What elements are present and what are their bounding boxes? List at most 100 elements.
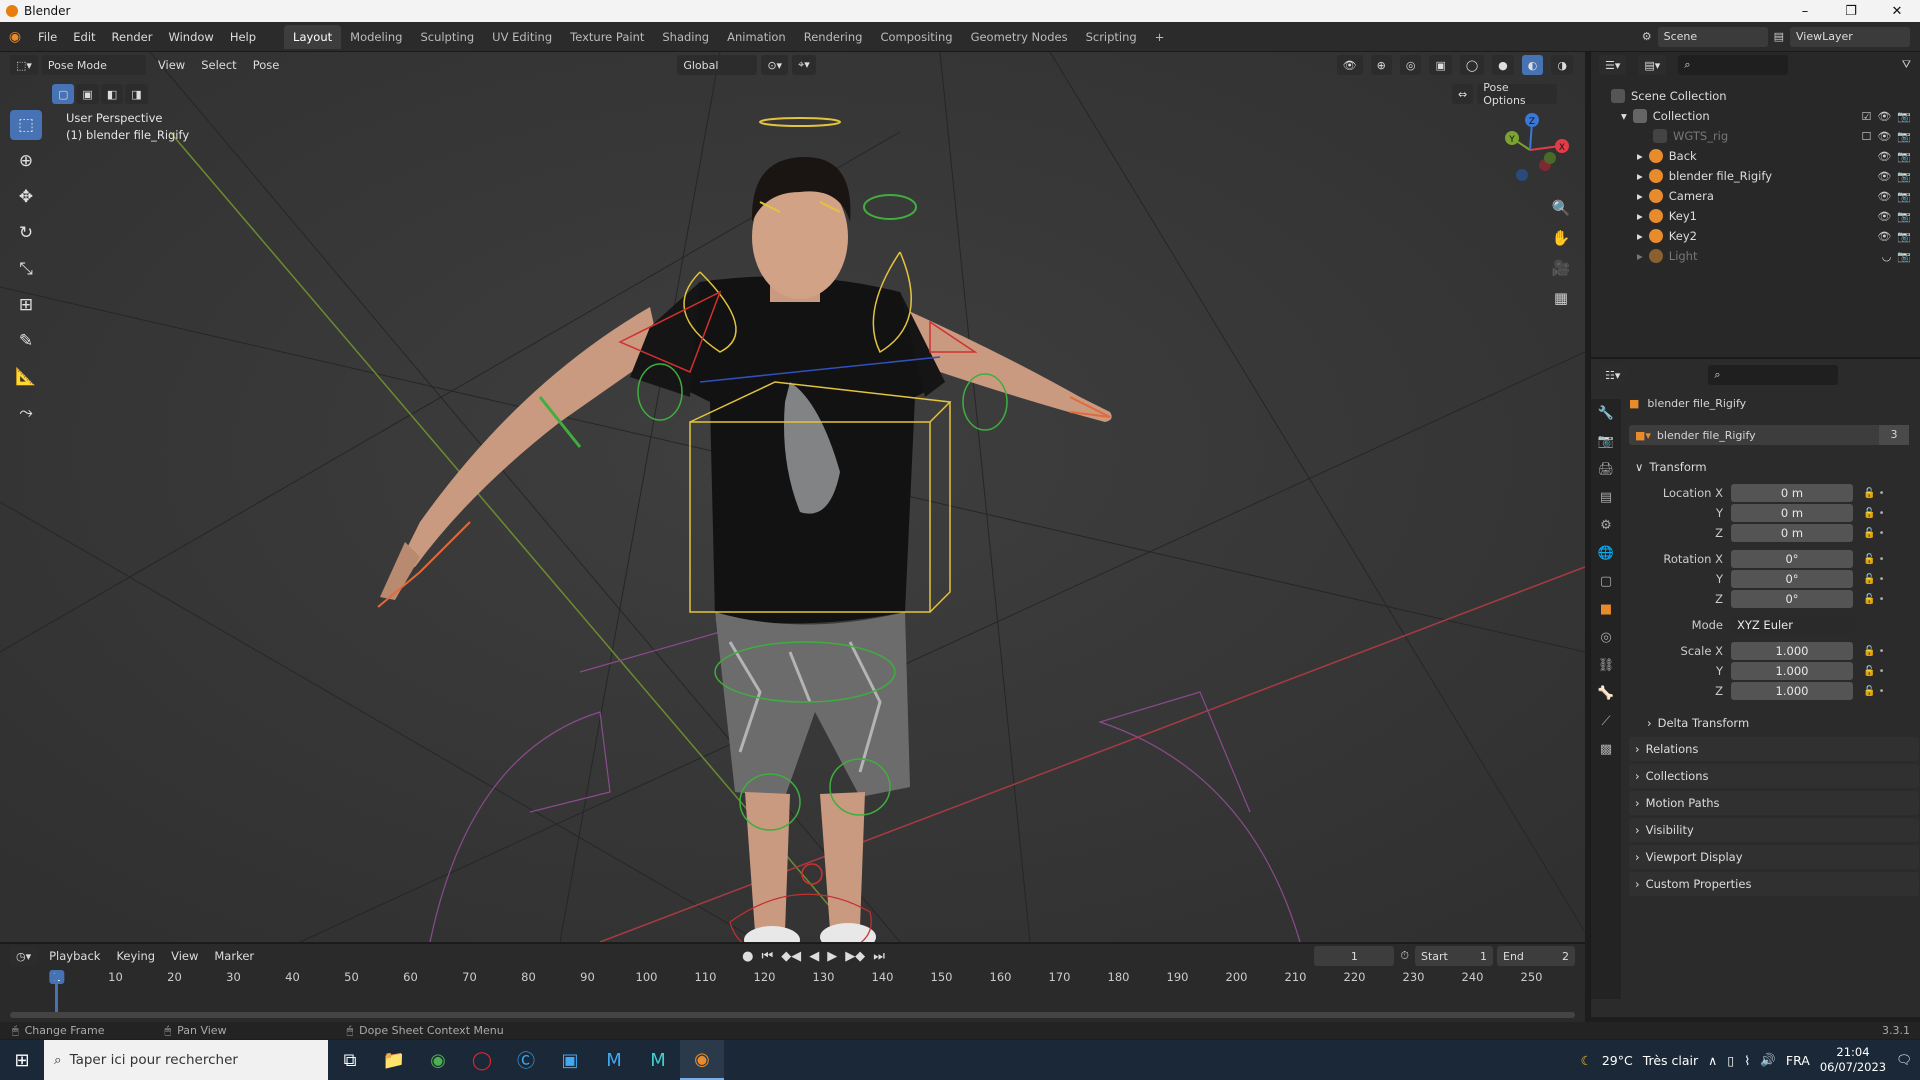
select-box-tool-icon[interactable]: ⬚ [10, 110, 42, 140]
network-icon[interactable]: ⌇ [1744, 1053, 1750, 1068]
pose-options-dropdown[interactable]: Pose Options [1477, 81, 1558, 107]
rotation-z-field[interactable]: 0° [1731, 590, 1853, 608]
xmirror-icon[interactable]: ⇔ [1452, 84, 1474, 104]
lock-icon[interactable]: 🔓 • [1863, 488, 1885, 499]
preview-range-icon[interactable]: ⏱ [1400, 949, 1409, 963]
bone-tab-icon[interactable]: ⟋ [1591, 707, 1621, 735]
chrome-icon[interactable]: ◉ [416, 1040, 460, 1080]
select-extend-icon[interactable]: ▣ [76, 84, 99, 104]
location-z-field[interactable]: 0 m [1731, 524, 1853, 542]
texture-tab-icon[interactable]: ▩ [1591, 735, 1621, 763]
tab-geometry-nodes[interactable]: Geometry Nodes [962, 25, 1077, 49]
lock-icon[interactable]: 🔓 • [1863, 574, 1885, 585]
checkbox-icon[interactable]: ☑ [1861, 110, 1871, 123]
camera-render-icon[interactable]: 📷 [1897, 210, 1911, 223]
overlays-toggle-icon[interactable]: ◎ [1399, 55, 1422, 75]
taskbar-search[interactable]: ⌕ Taper ici pour rechercher [44, 1040, 328, 1080]
filter-icon[interactable]: ⛛ [1902, 58, 1920, 72]
file-explorer-icon[interactable]: 📁 [372, 1040, 416, 1080]
tab-rendering[interactable]: Rendering [795, 25, 872, 49]
outliner-item-key2[interactable]: ▸ Key2 👁 📷 [1591, 226, 1920, 246]
scale-z-field[interactable]: 1.000 [1731, 682, 1853, 700]
play-icon[interactable]: ▶ [827, 949, 837, 964]
lock-icon[interactable]: 🔓 • [1863, 528, 1885, 539]
timeline-menu-playback[interactable]: Playback [41, 949, 108, 963]
transform-orientation-selector[interactable]: Global [677, 55, 758, 75]
properties-search-input[interactable]: ⌕ [1708, 365, 1839, 385]
lock-icon[interactable]: 🔓 • [1863, 554, 1885, 565]
maximize-button[interactable]: ❐ [1828, 4, 1874, 19]
timeline-menu-keying[interactable]: Keying [108, 949, 163, 963]
tab-texture-paint[interactable]: Texture Paint [561, 25, 653, 49]
timeline-editor-type-icon[interactable]: ◷▾ [10, 946, 38, 966]
view-layer-tab-icon[interactable]: ▤ [1591, 483, 1621, 511]
measure-tool-icon[interactable]: 📐 [10, 362, 42, 392]
camera-view-icon[interactable]: 🎥 [1548, 255, 1574, 281]
outliner-item-back[interactable]: ▸ Back 👁 📷 [1591, 146, 1920, 166]
visibility-section[interactable]: › Visibility [1629, 818, 1919, 842]
clock[interactable]: 21:04 06/07/2023 [1820, 1045, 1886, 1075]
navigation-gizmo[interactable]: X Y Z [1490, 110, 1570, 190]
rotate-tool-icon[interactable]: ↻ [10, 218, 42, 248]
pan-hand-icon[interactable]: ✋ [1548, 225, 1574, 251]
volume-icon[interactable]: 🔊 [1760, 1052, 1776, 1068]
add-workspace-button[interactable]: + [1146, 25, 1174, 49]
visibility-icon[interactable]: 👁 [1336, 55, 1363, 75]
outliner-item-camera[interactable]: ▸ Camera 👁 📷 [1591, 186, 1920, 206]
camera-render-icon[interactable]: 📷 [1897, 190, 1911, 203]
lock-icon[interactable]: 🔓 • [1863, 686, 1885, 697]
world-tab-icon[interactable]: 🌐 [1591, 539, 1621, 567]
constraints-tab-icon[interactable]: ⛓ [1591, 651, 1621, 679]
outliner-item-wgts-rig[interactable]: WGTS_rig ☐ 👁 📷 [1591, 126, 1920, 146]
scene-selector[interactable]: Scene [1657, 26, 1768, 47]
menu-file[interactable]: File [30, 30, 65, 44]
weather-icon[interactable]: ☾ [1581, 1053, 1592, 1068]
shading-material-icon[interactable]: ◐ [1521, 55, 1544, 75]
weather-text[interactable]: Très clair [1643, 1053, 1698, 1068]
tab-shading[interactable]: Shading [653, 25, 718, 49]
users-count[interactable]: 3 [1879, 425, 1909, 445]
xray-icon[interactable]: ▣ [1429, 55, 1452, 75]
shading-solid-icon[interactable]: ● [1492, 55, 1514, 75]
properties-editor-type-icon[interactable]: ☷▾ [1599, 365, 1627, 385]
autokey-record-icon[interactable]: ● [742, 949, 753, 964]
location-x-field[interactable]: 0 m [1731, 484, 1853, 502]
opera-icon[interactable]: ◯ [460, 1040, 504, 1080]
tray-chevron-icon[interactable]: ∧ [1708, 1053, 1717, 1068]
outliner-item-key1[interactable]: ▸ Key1 👁 📷 [1591, 206, 1920, 226]
eye-icon[interactable]: 👁 [1877, 130, 1891, 143]
delta-transform-section[interactable]: › Delta Transform [1641, 711, 1919, 735]
select-new-icon[interactable]: ▢ [52, 84, 75, 104]
output-tab-icon[interactable]: 🖨 [1591, 455, 1621, 483]
transform-panel-header[interactable]: ∨ Transform [1629, 455, 1919, 479]
notification-icon[interactable]: 🗨 [1896, 1052, 1912, 1068]
lock-icon[interactable]: 🔓 • [1863, 646, 1885, 657]
viewlayer-selector[interactable]: ViewLayer [1790, 26, 1910, 47]
current-frame-field[interactable]: 1 [1314, 946, 1395, 966]
annotate-tool-icon[interactable]: ✎ [10, 326, 42, 356]
ortho-grid-icon[interactable]: ▦ [1548, 285, 1574, 311]
custom-properties-section[interactable]: › Custom Properties [1629, 872, 1919, 896]
physics-tab-icon[interactable]: ◎ [1591, 623, 1621, 651]
camera-render-icon[interactable]: 📷 [1897, 150, 1911, 163]
language-indicator[interactable]: FRA [1786, 1053, 1810, 1068]
select-subtract-icon[interactable]: ◧ [100, 84, 124, 104]
breakdowner-tool-icon[interactable]: ⤳ [10, 398, 42, 428]
menu-render[interactable]: Render [104, 30, 161, 44]
scale-y-field[interactable]: 1.000 [1731, 662, 1853, 680]
cursor-tool-icon[interactable]: ⊕ [10, 146, 42, 176]
datablock-name-field[interactable]: blender file_Rigify [1657, 429, 1879, 442]
pivot-point-icon[interactable]: ⊙▾ [761, 55, 789, 75]
playhead[interactable] [55, 970, 58, 1018]
camera-render-icon[interactable]: 📷 [1897, 130, 1911, 143]
minimize-button[interactable]: – [1782, 4, 1828, 19]
collections-section[interactable]: › Collections [1629, 764, 1919, 788]
task-view-icon[interactable]: ⧉ [328, 1040, 372, 1080]
motion-paths-section[interactable]: › Motion Paths [1629, 791, 1919, 815]
rotation-mode-dropdown[interactable]: XYZ Euler [1731, 616, 1856, 634]
malwarebytes-icon[interactable]: M [592, 1040, 636, 1080]
camera-render-icon[interactable]: 📷 [1897, 110, 1911, 123]
store-icon[interactable]: ▣ [548, 1040, 592, 1080]
shading-wireframe-icon[interactable]: ◯ [1459, 55, 1485, 75]
editor-type-icon[interactable]: ⬚▾ [10, 55, 38, 75]
